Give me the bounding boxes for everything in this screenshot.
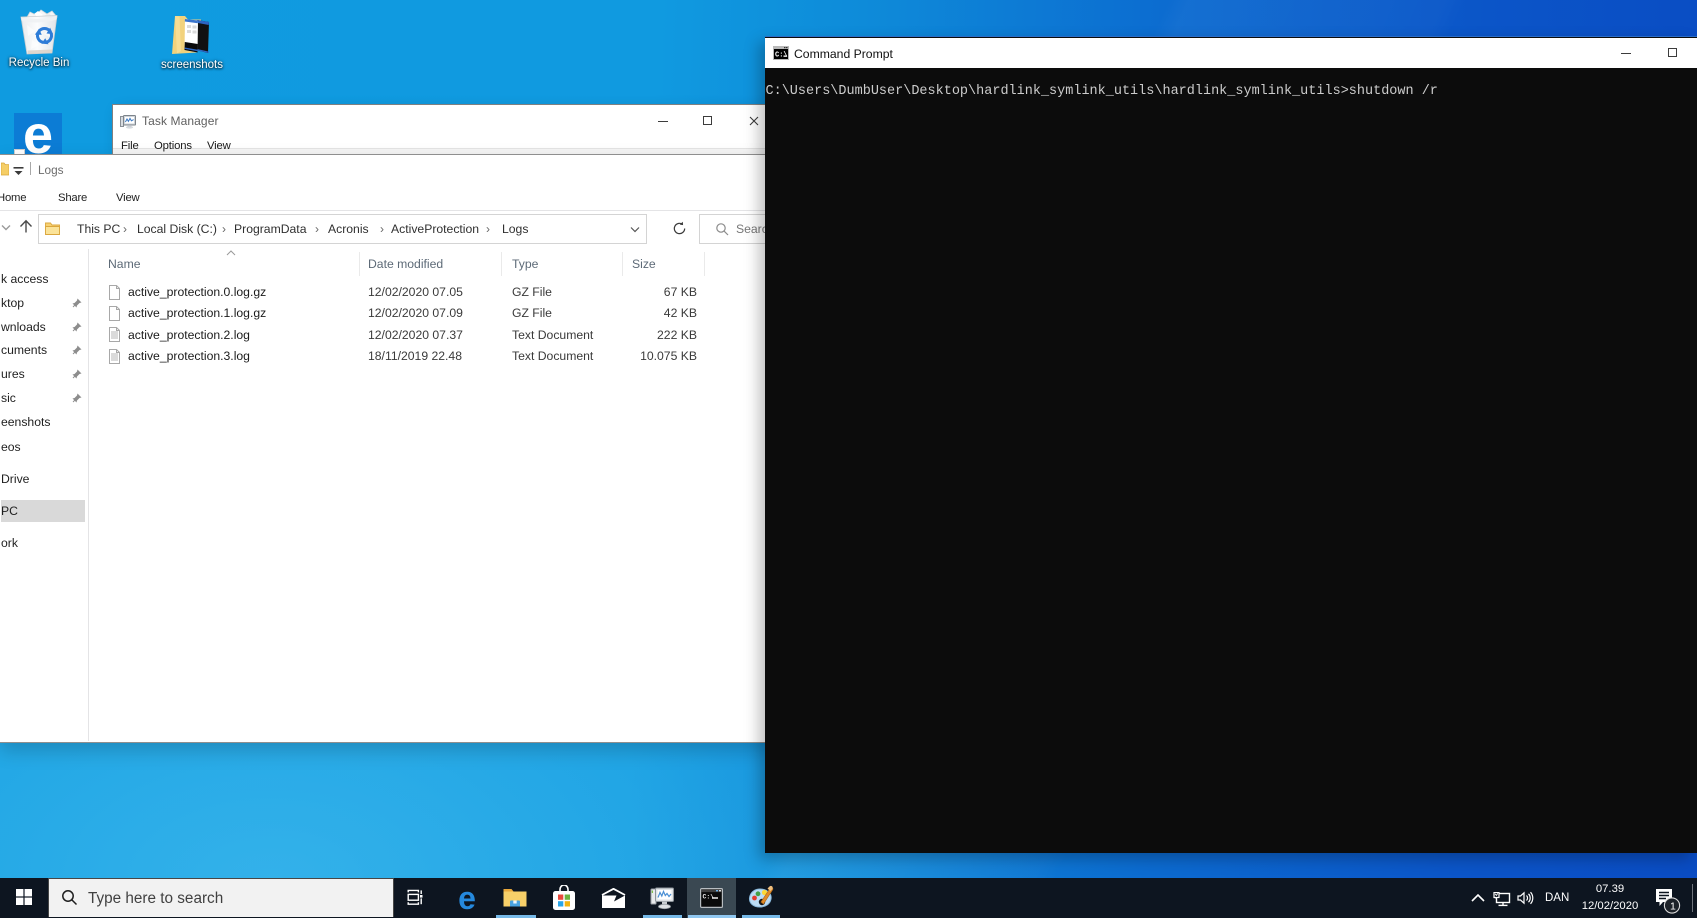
svg-text:C:\: C:\ — [703, 894, 715, 901]
svg-text:1: 1 — [1670, 901, 1676, 913]
